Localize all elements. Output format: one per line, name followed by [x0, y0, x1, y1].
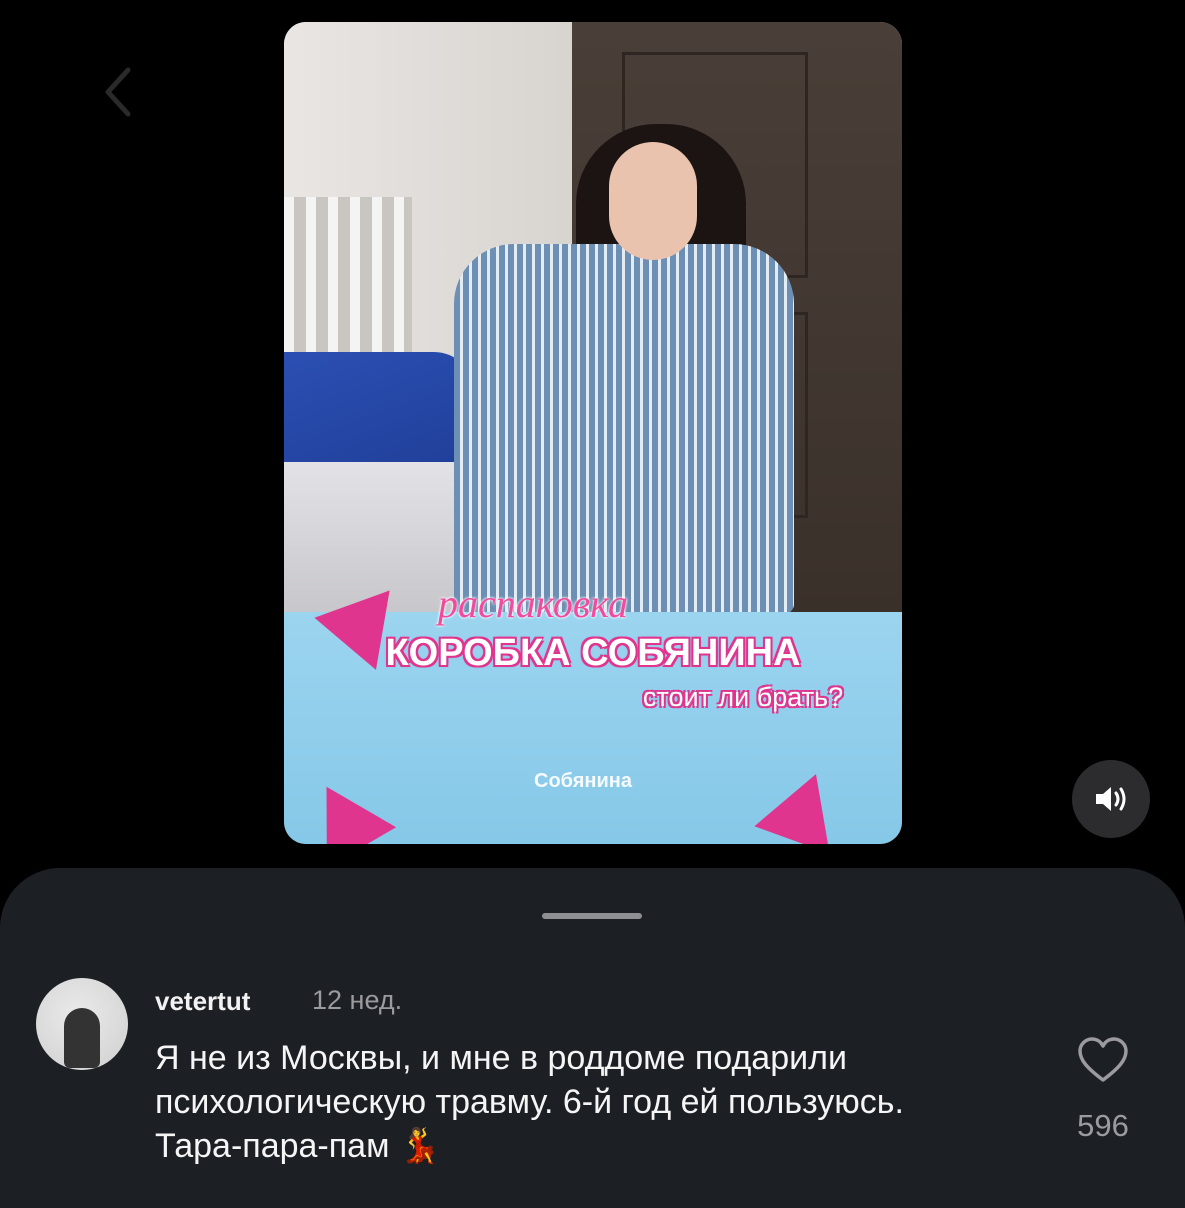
avatar[interactable]: [36, 978, 128, 1070]
sheet-grabber[interactable]: [542, 913, 642, 919]
video-player[interactable]: распаковка КОРОБКА СОБЯНИНА стоит ли бра…: [284, 22, 902, 844]
like-count: 596: [1077, 1108, 1129, 1143]
comments-sheet: vetertut 12 нед. Я не из Москвы, и мне в…: [0, 868, 1185, 1208]
avatar-figure: [64, 1008, 100, 1068]
video-crib: [284, 197, 412, 372]
chevron-left-icon: [105, 67, 131, 117]
comment-username[interactable]: vetertut: [155, 986, 250, 1017]
video-person-body: [454, 244, 794, 614]
video-caption-question: стоит ли брать?: [642, 682, 844, 712]
sound-toggle-button[interactable]: [1072, 760, 1150, 838]
video-person-face: [609, 142, 697, 260]
video-caption-title: КОРОБКА СОБЯНИНА: [385, 632, 801, 674]
speaker-icon: [1096, 787, 1126, 811]
comment-time: 12 нед.: [312, 985, 403, 1015]
comment-text: Я не из Москвы, и мне в роддоме подарили…: [155, 1039, 904, 1165]
video-box-brand: Собянина: [534, 770, 632, 792]
back-button[interactable]: [88, 62, 148, 122]
heart-icon[interactable]: [1077, 1036, 1129, 1084]
video-caption-small: распаковка: [437, 581, 629, 626]
